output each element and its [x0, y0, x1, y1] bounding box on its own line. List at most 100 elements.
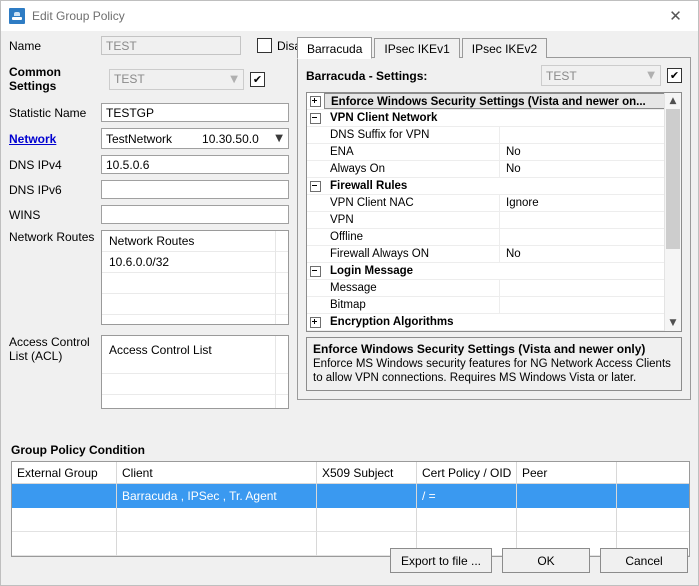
title-bar: Edit Group Policy ✕: [1, 1, 698, 31]
export-to-file-button[interactable]: Export to file ...: [389, 548, 492, 573]
property-value[interactable]: [500, 280, 664, 296]
row-indent: [307, 280, 324, 296]
statistic-name-input[interactable]: TESTGP: [101, 103, 289, 122]
cell-peer[interactable]: [517, 484, 617, 508]
property-value[interactable]: Ignore: [500, 195, 664, 211]
cell-x509-subject[interactable]: [317, 484, 417, 508]
tab-ipsec-ikev2[interactable]: IPsec IKEv2: [461, 38, 548, 58]
statistic-name-label: Statistic Name: [9, 105, 87, 120]
property-value[interactable]: [500, 212, 664, 228]
cell-cert-policy-oid[interactable]: / =: [417, 484, 517, 508]
cell-client[interactable]: [117, 532, 317, 556]
property-value[interactable]: No: [500, 161, 664, 177]
cell-external-group[interactable]: [12, 484, 117, 508]
group-policy-condition-table[interactable]: External Group Client X509 Subject Cert …: [11, 461, 690, 557]
ok-button[interactable]: OK: [502, 548, 590, 573]
list-item[interactable]: Network Routes: [102, 231, 288, 252]
close-icon[interactable]: ✕: [653, 1, 698, 31]
list-item[interactable]: [102, 294, 288, 315]
table-row[interactable]: Barracuda , IPSec , Tr. Agent / =: [12, 484, 689, 508]
network-combo[interactable]: TestNetwork 10.30.50.0 ▼: [101, 128, 289, 149]
table-row[interactable]: Bitmap: [307, 297, 664, 314]
common-settings-checkbox[interactable]: [250, 71, 265, 87]
expander-plus-icon[interactable]: [307, 93, 324, 109]
acl-listbox[interactable]: Access Control List: [101, 335, 289, 409]
column-header-x509-subject[interactable]: X509 Subject: [317, 462, 417, 484]
table-row[interactable]: Always On No: [307, 161, 664, 178]
table-row[interactable]: Encryption Algorithms: [307, 314, 664, 331]
expander-plus-icon[interactable]: [307, 314, 324, 330]
network-routes-listbox[interactable]: Network Routes 10.6.0.0/32: [101, 230, 289, 325]
cell-blank[interactable]: [617, 508, 689, 532]
network-address: 10.30.50.0: [202, 131, 259, 146]
common-settings-value: TEST: [114, 72, 145, 86]
cell-client[interactable]: [117, 508, 317, 532]
cell-blank[interactable]: [617, 484, 689, 508]
property-grid[interactable]: Enforce Windows Security Settings (Vista…: [306, 92, 682, 332]
table-row[interactable]: Login Message: [307, 263, 664, 280]
row-indent: [307, 212, 324, 228]
column-header-external-group[interactable]: External Group: [12, 462, 117, 484]
row-indent: [307, 195, 324, 211]
dns-ipv4-label: DNS IPv4: [9, 157, 62, 172]
property-value[interactable]: [500, 127, 664, 143]
table-row[interactable]: VPN Client Network: [307, 110, 664, 127]
dns-ipv4-input[interactable]: 10.5.0.6: [101, 155, 289, 174]
cell-cert-policy-oid[interactable]: [417, 508, 517, 532]
table-row[interactable]: Firewall Always ON No: [307, 246, 664, 263]
table-row[interactable]: Firewall Rules: [307, 178, 664, 195]
list-item[interactable]: [102, 374, 288, 395]
table-row[interactable]: VPN: [307, 212, 664, 229]
app-icon: [9, 8, 25, 24]
chevron-up-icon[interactable]: ▲: [665, 93, 681, 109]
common-settings-combo[interactable]: TEST ▼: [109, 68, 244, 90]
wins-input[interactable]: [101, 205, 289, 224]
expander-minus-icon[interactable]: [307, 110, 324, 126]
cell-client[interactable]: Barracuda , IPSec , Tr. Agent: [117, 484, 317, 508]
column-header-peer[interactable]: Peer: [517, 462, 617, 484]
scrollbar-thumb[interactable]: [666, 109, 680, 249]
dns-ipv6-input[interactable]: [101, 180, 289, 199]
row-indent: [307, 127, 324, 143]
settings-checkbox[interactable]: [667, 68, 682, 83]
list-item[interactable]: 10.6.0.0/32: [102, 252, 288, 273]
property-value[interactable]: No: [500, 246, 664, 262]
cell-peer[interactable]: [517, 508, 617, 532]
settings-header-row: Barracuda - Settings: TEST ▼: [306, 65, 682, 86]
property-value[interactable]: [500, 229, 664, 245]
chevron-down-icon[interactable]: ▼: [665, 315, 681, 331]
list-item[interactable]: [102, 315, 288, 324]
column-header-cert-policy-oid[interactable]: Cert Policy / OID: [417, 462, 517, 484]
cell-x509-subject[interactable]: [317, 508, 417, 532]
table-row[interactable]: Enforce Windows Security Settings (Vista…: [307, 93, 664, 110]
expander-minus-icon[interactable]: [307, 263, 324, 279]
table-row[interactable]: DNS Suffix for VPN: [307, 127, 664, 144]
property-grid-scrollbar[interactable]: ▲ ▼: [664, 93, 681, 331]
settings-combo[interactable]: TEST ▼: [541, 65, 661, 86]
disabled-checkbox[interactable]: [257, 38, 272, 53]
column-header-client[interactable]: Client: [117, 462, 317, 484]
list-item[interactable]: [102, 273, 288, 294]
property-value[interactable]: [500, 297, 664, 313]
description-title: Enforce Windows Security Settings (Vista…: [313, 342, 646, 356]
table-row[interactable]: ENA No: [307, 144, 664, 161]
network-link[interactable]: Network: [9, 132, 101, 146]
list-item[interactable]: [102, 395, 288, 408]
column-header-blank[interactable]: [617, 462, 689, 484]
dialog-content: Name TEST Disabled Common Settings TEST …: [1, 31, 698, 585]
property-value[interactable]: No: [500, 144, 664, 160]
table-row[interactable]: VPN Client NAC Ignore: [307, 195, 664, 212]
table-row[interactable]: Message: [307, 280, 664, 297]
table-row[interactable]: Offline: [307, 229, 664, 246]
cancel-button[interactable]: Cancel: [600, 548, 688, 573]
cell-external-group[interactable]: [12, 532, 117, 556]
table-row[interactable]: [12, 508, 689, 532]
tab-barracuda[interactable]: Barracuda: [297, 37, 373, 59]
tab-ipsec-ikev1[interactable]: IPsec IKEv1: [374, 38, 460, 58]
row-indent: [307, 246, 324, 262]
list-item[interactable]: Access Control List: [102, 336, 288, 374]
name-input[interactable]: TEST: [101, 36, 241, 55]
cell-external-group[interactable]: [12, 508, 117, 532]
expander-minus-icon[interactable]: [307, 178, 324, 194]
name-label: Name: [9, 38, 42, 53]
